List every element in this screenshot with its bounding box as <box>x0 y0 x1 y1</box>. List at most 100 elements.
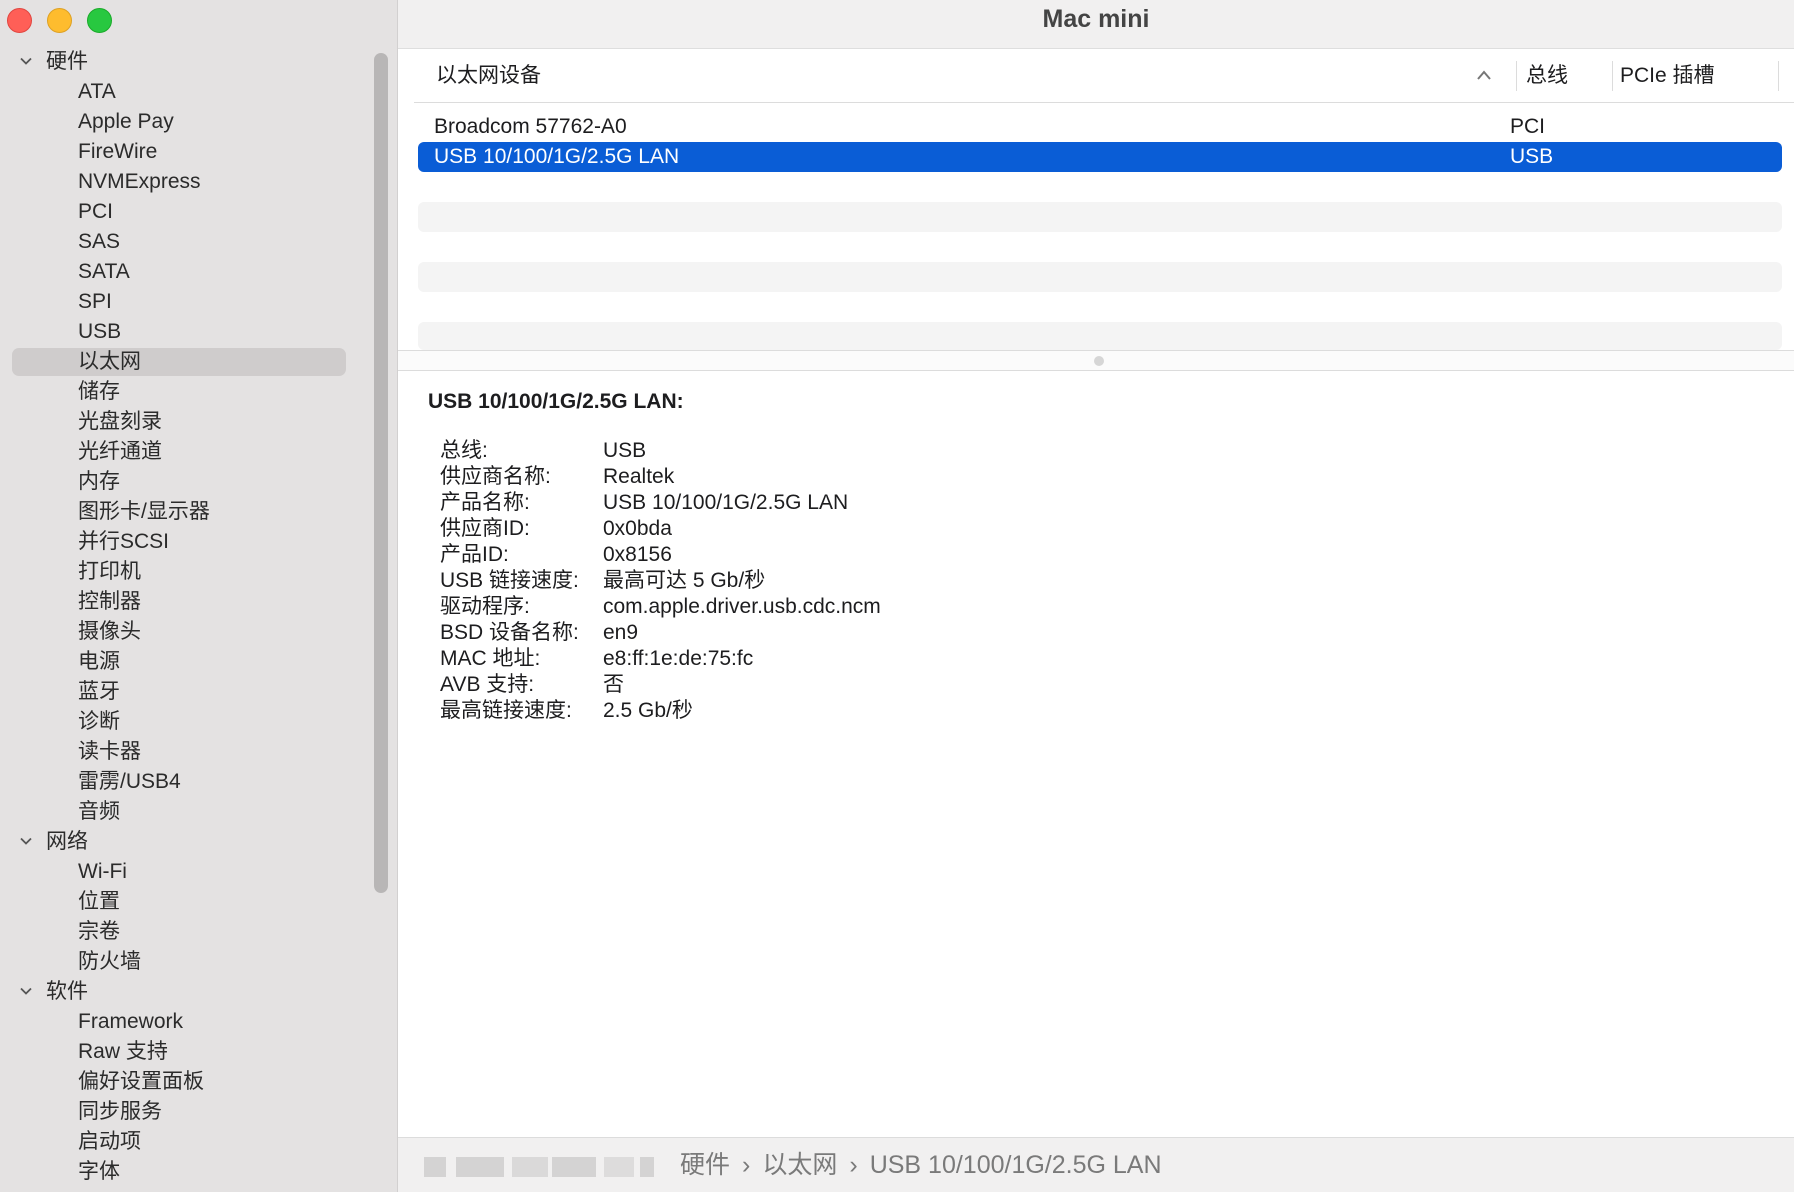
sidebar-item[interactable]: 同步服务 <box>0 1097 370 1127</box>
sidebar-item[interactable]: 储存 <box>0 377 370 407</box>
sidebar-item[interactable]: 宗卷 <box>0 917 370 947</box>
table-row-selected[interactable]: USB 10/100/1G/2.5G LAN USB <box>418 142 1782 172</box>
sidebar-item-label: 蓝牙 <box>78 680 120 703</box>
sidebar-item[interactable]: 蓝牙 <box>0 677 370 707</box>
sidebar-item[interactable]: 雷雳/USB4 <box>0 767 370 797</box>
breadcrumb-item[interactable]: 硬件 <box>680 1151 730 1179</box>
sort-ascending-icon[interactable] <box>1476 68 1492 82</box>
zoom-window-button[interactable] <box>87 8 112 33</box>
detail-field-row: 总线: USB <box>428 438 684 464</box>
sidebar-item-label: Apple Pay <box>78 110 174 133</box>
sidebar-item[interactable]: 光盘刻录 <box>0 407 370 437</box>
column-header-pcie-slot[interactable]: PCIe 插槽 <box>1620 49 1715 102</box>
sidebar-item-label: 并行SCSI <box>78 530 170 553</box>
sidebar-item[interactable]: 音频 <box>0 797 370 827</box>
detail-field-value: 0x0bda <box>603 517 672 540</box>
main-panel: Mac mini 以太网设备 总线 PCIe 插槽 Broadcom 57762… <box>398 0 1794 1192</box>
breadcrumb-separator-icon: › <box>742 1151 751 1179</box>
detail-field-key: AVB 支持: <box>440 673 535 696</box>
sidebar-item-label: 图形卡/显示器 <box>78 500 210 523</box>
sidebar-item-label: FireWire <box>78 140 158 163</box>
chevron-down-icon[interactable] <box>20 55 32 67</box>
sidebar-item[interactable]: SPI <box>0 287 370 317</box>
detail-field-row: BSD 设备名称: en9 <box>428 620 684 646</box>
sidebar-item[interactable]: Raw 支持 <box>0 1037 370 1067</box>
sidebar-item-label: 诊断 <box>78 710 120 733</box>
sidebar-item[interactable]: 防火墙 <box>0 947 370 977</box>
split-view-divider[interactable] <box>398 350 1794 371</box>
detail-fields: 总线: USB 供应商名称: Realtek 产品名称: USB 10/100/1G/2.… <box>428 438 881 724</box>
sidebar-item[interactable]: SAS <box>0 227 370 257</box>
sidebar-item-label: 摄像头 <box>78 620 141 643</box>
chevron-down-icon[interactable] <box>20 835 32 847</box>
minimize-window-button[interactable] <box>47 8 72 33</box>
sidebar-item-label: NVMExpress <box>78 170 201 193</box>
table-row[interactable]: Broadcom 57762-A0 PCI <box>418 112 1782 142</box>
empty-row <box>418 322 1782 350</box>
sidebar-item-label: Wi-Fi <box>78 860 127 883</box>
sidebar-item-label: 防火墙 <box>78 950 141 973</box>
breadcrumb-item[interactable]: 以太网 <box>762 1151 837 1179</box>
sidebar-group[interactable]: 软件 <box>0 977 370 1007</box>
sidebar-item[interactable]: 并行SCSI <box>0 527 370 557</box>
sidebar-item[interactable]: FireWire <box>0 137 370 167</box>
column-separator[interactable] <box>1516 61 1517 91</box>
sidebar-scrollbar[interactable] <box>374 53 388 893</box>
sidebar-item-label: 控制器 <box>78 590 141 613</box>
sidebar-item[interactable]: 光纤通道 <box>0 437 370 467</box>
detail-field-row: 供应商ID: 0x0bda <box>428 516 684 542</box>
sidebar-item[interactable]: 以太网 <box>0 347 370 377</box>
detail-field-value: 0x8156 <box>603 543 672 566</box>
sidebar-item[interactable]: 图形卡/显示器 <box>0 497 370 527</box>
sidebar-item-label: 读卡器 <box>78 740 141 763</box>
detail-field-row: 最高链接速度: 2.5 Gb/秒 <box>428 698 693 724</box>
sidebar-item[interactable]: Apple Pay <box>0 107 370 137</box>
sidebar-item[interactable]: Framework <box>0 1007 370 1037</box>
chevron-down-icon[interactable] <box>20 985 32 997</box>
sidebar-item[interactable]: ATA <box>0 77 370 107</box>
detail-field-key: 最高链接速度: <box>440 699 572 722</box>
sidebar-item[interactable]: Wi-Fi <box>0 857 370 887</box>
sidebar-item[interactable]: PCI <box>0 197 370 227</box>
sidebar-group[interactable]: 硬件 <box>0 47 370 77</box>
column-separator[interactable] <box>1778 61 1779 91</box>
sidebar-item[interactable]: 启动项 <box>0 1127 370 1157</box>
detail-field-key: 产品ID: <box>440 543 509 566</box>
sidebar-group[interactable]: 网络 <box>0 827 370 857</box>
sidebar-item[interactable]: 内存 <box>0 467 370 497</box>
close-window-button[interactable] <box>7 8 32 33</box>
detail-field-key: 总线: <box>440 439 488 462</box>
sidebar-item[interactable]: 位置 <box>0 887 370 917</box>
sidebar-item-label: 宗卷 <box>78 920 120 943</box>
sidebar-item[interactable]: 控制器 <box>0 587 370 617</box>
sidebar-group-label: 软件 <box>46 980 88 1003</box>
sidebar-item[interactable]: USB <box>0 317 370 347</box>
sidebar-item[interactable]: 诊断 <box>0 707 370 737</box>
detail-field-value: USB 10/100/1G/2.5G LAN <box>603 491 849 514</box>
redacted-computer-name <box>424 1157 654 1177</box>
detail-field-value: e8:ff:1e:de:75:fc <box>603 647 754 670</box>
sidebar-item[interactable]: 偏好设置面板 <box>0 1067 370 1097</box>
column-header-device[interactable]: 以太网设备 <box>436 49 541 102</box>
sidebar-item-label: 光盘刻录 <box>78 410 162 433</box>
window-title: Mac mini <box>398 0 1794 49</box>
breadcrumb-item[interactable]: USB 10/100/1G/2.5G LAN <box>870 1151 1162 1179</box>
sidebar-item[interactable]: NVMExpress <box>0 167 370 197</box>
sidebar-item[interactable]: 电源 <box>0 647 370 677</box>
sidebar-list: 硬件 ATA Apple Pay FireWire NVMExpress PCI SAS SA… <box>0 47 370 1187</box>
detail-field-key: 产品名称: <box>440 491 530 514</box>
column-header-bus[interactable]: 总线 <box>1526 49 1568 102</box>
table-header: 以太网设备 总线 PCIe 插槽 <box>414 49 1794 103</box>
breadcrumb: 硬件 › 以太网 › USB 10/100/1G/2.5G LAN <box>680 1138 1162 1192</box>
sidebar-item[interactable]: 打印机 <box>0 557 370 587</box>
sidebar-item[interactable]: SATA <box>0 257 370 287</box>
sidebar-item[interactable]: 字体 <box>0 1157 370 1187</box>
sidebar-item[interactable]: 读卡器 <box>0 737 370 767</box>
path-bar: 硬件 › 以太网 › USB 10/100/1G/2.5G LAN <box>398 1137 1794 1192</box>
detail-field-row: 驱动程序: com.apple.driver.usb.cdc.ncm <box>428 594 881 620</box>
detail-field-row: AVB 支持: 否 <box>428 672 684 698</box>
sidebar-item-label: 偏好设置面板 <box>78 1070 204 1093</box>
divider-handle-icon[interactable] <box>1094 356 1104 366</box>
column-separator[interactable] <box>1612 61 1613 91</box>
sidebar-item[interactable]: 摄像头 <box>0 617 370 647</box>
